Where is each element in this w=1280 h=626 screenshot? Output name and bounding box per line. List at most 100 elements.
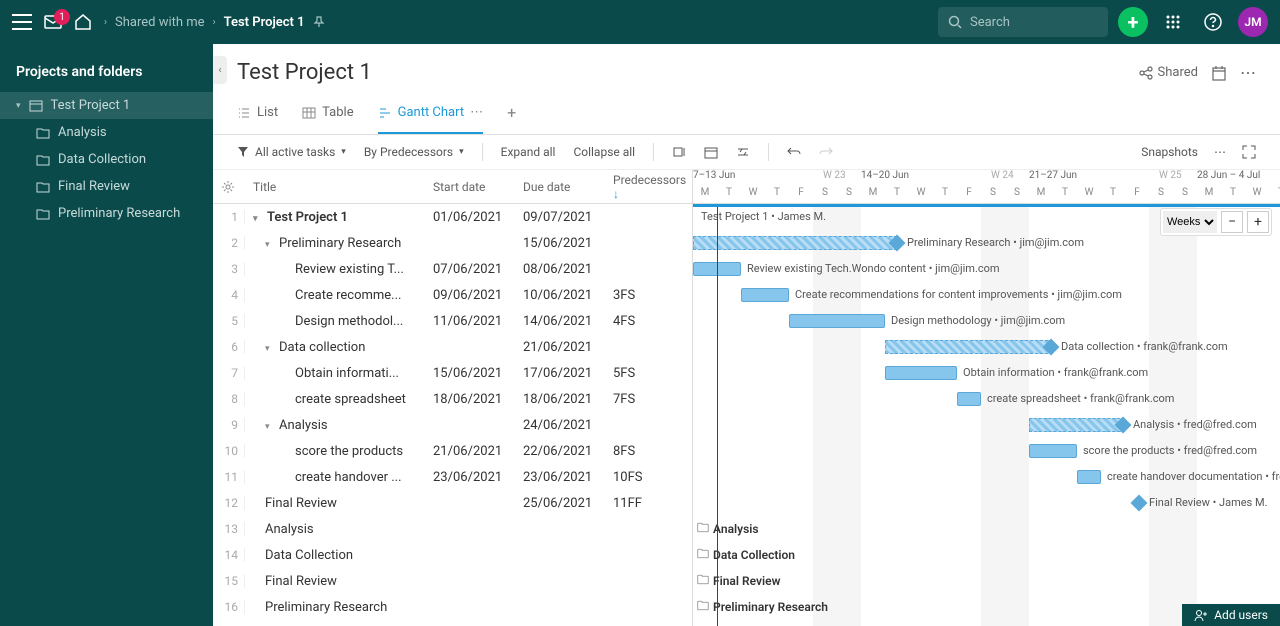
table-row[interactable]: 7Obtain informati...15/06/202117/06/2021… <box>213 360 692 386</box>
chart-timeline-header: 7–13 JunW 2314–20 JunW 2421–27 JunW 2528… <box>693 170 1280 204</box>
mail-badge: 1 <box>54 9 70 25</box>
col-due[interactable]: Due date <box>515 180 605 194</box>
more-options-icon[interactable]: ⋯ <box>1240 63 1256 82</box>
search-input[interactable]: Search <box>938 7 1108 37</box>
breadcrumb: › Shared with me › Test Project 1 <box>104 15 325 30</box>
table-row[interactable]: 15Final Review <box>213 568 692 594</box>
table-row[interactable]: 3Review existing T...07/06/202108/06/202… <box>213 256 692 282</box>
gantt-bar-label: Analysis • fred@fred.com <box>1133 418 1257 431</box>
home-icon[interactable] <box>74 13 92 31</box>
gantt-task-bar[interactable] <box>789 314 885 328</box>
gantt-bar-label: Obtain information • frank@frank.com <box>963 366 1148 379</box>
avatar[interactable]: JM <box>1238 7 1268 37</box>
gantt-summary-bar[interactable] <box>693 236 897 250</box>
date-range-label: 21–27 Jun <box>1029 170 1077 181</box>
mail-icon[interactable]: 1 <box>44 15 62 29</box>
filter-icon <box>237 146 249 158</box>
day-label: W <box>1077 187 1101 198</box>
col-pred[interactable]: Predecessors ↓ <box>605 173 691 201</box>
tab-more-icon[interactable]: ⋯ <box>470 105 483 120</box>
expand-all-button[interactable]: Expand all <box>501 145 556 159</box>
topbar: 1 › Shared with me › Test Project 1 Sear… <box>0 0 1280 44</box>
table-row[interactable]: 2▾Preliminary Research15/06/2021 <box>213 230 692 256</box>
folder-icon <box>36 153 50 167</box>
table-row[interactable]: 4Create recomme...09/06/202110/06/20213F… <box>213 282 692 308</box>
breadcrumb-current[interactable]: Test Project 1 <box>224 15 305 30</box>
tab-gantt[interactable]: Gantt Chart ⋯ <box>378 93 484 134</box>
day-label: T <box>885 187 909 198</box>
chart-folder-row[interactable]: 🗀Analysis <box>697 516 759 542</box>
gantt-task-bar[interactable] <box>741 288 789 302</box>
sidebar-item-prelim[interactable]: Preliminary Research <box>0 200 213 227</box>
folder-icon <box>36 207 50 221</box>
tab-list[interactable]: List <box>237 93 278 134</box>
chart-folder-row[interactable]: 🗀Final Review <box>697 568 780 594</box>
add-users-button[interactable]: Add users <box>1182 604 1280 626</box>
day-label: M <box>1197 187 1221 198</box>
chart-panel[interactable]: 7–13 JunW 2314–20 JunW 2421–27 JunW 2528… <box>693 170 1280 626</box>
table-row[interactable]: 12Final Review25/06/202111FF <box>213 490 692 516</box>
breadcrumb-parent[interactable]: Shared with me <box>115 15 205 30</box>
zoom-select[interactable]: Weeks <box>1163 211 1217 233</box>
add-button[interactable]: + <box>1118 7 1148 37</box>
tool-icon-3[interactable] <box>736 145 750 159</box>
gantt-bar-label: Test Project 1 • James M. <box>701 210 826 223</box>
table-row[interactable]: 13Analysis <box>213 516 692 542</box>
chart-folder-row[interactable]: 🗀Data Collection <box>697 542 795 568</box>
table-row[interactable]: 10score the products21/06/202122/06/2021… <box>213 438 692 464</box>
gantt-task-bar[interactable] <box>1029 444 1077 458</box>
table-row[interactable]: 9▾Analysis24/06/2021 <box>213 412 692 438</box>
pin-icon[interactable] <box>313 16 325 28</box>
redo-icon[interactable] <box>819 145 833 159</box>
gantt-bar-label: Create recommendations for content impro… <box>795 288 1122 301</box>
day-label: M <box>861 187 885 198</box>
col-title[interactable]: Title <box>245 180 425 194</box>
collapse-sidebar-handle[interactable]: ‹ <box>213 56 227 84</box>
apps-icon[interactable] <box>1158 7 1188 37</box>
gantt-summary-bar[interactable] <box>885 340 1053 354</box>
view-tabs: List Table Gantt Chart ⋯ + <box>213 93 1280 135</box>
grid-header: Title Start date Due date Predecessors ↓ <box>213 170 692 204</box>
shared-button[interactable]: Shared <box>1139 65 1198 80</box>
grid-body: 1▾Test Project 101/06/202109/07/20212▾Pr… <box>213 204 692 620</box>
gantt-bar-label: Final Review • James M. <box>1149 496 1267 509</box>
gantt-task-bar[interactable] <box>885 366 957 380</box>
sidebar-item-final[interactable]: Final Review <box>0 173 213 200</box>
tab-table[interactable]: Table <box>302 93 353 134</box>
table-row[interactable]: 11create handover ...23/06/202123/06/202… <box>213 464 692 490</box>
undo-icon[interactable] <box>787 145 801 159</box>
table-row[interactable]: 16Preliminary Research <box>213 594 692 620</box>
settings-icon[interactable] <box>213 180 245 194</box>
gantt-task-bar[interactable] <box>957 392 981 406</box>
gantt-icon <box>378 106 392 120</box>
zoom-in-button[interactable]: + <box>1247 211 1269 233</box>
col-start[interactable]: Start date <box>425 180 515 194</box>
more-icon[interactable]: ⋯ <box>1214 145 1226 159</box>
search-icon <box>948 15 962 29</box>
table-row[interactable]: 14Data Collection <box>213 542 692 568</box>
zoom-out-button[interactable]: − <box>1221 211 1243 233</box>
table-row[interactable]: 8create spreadsheet18/06/202118/06/20217… <box>213 386 692 412</box>
tool-icon-2[interactable] <box>704 145 718 159</box>
table-row[interactable]: 6▾Data collection21/06/2021 <box>213 334 692 360</box>
gantt-summary-bar[interactable] <box>1029 418 1125 432</box>
snapshots-button[interactable]: Snapshots <box>1141 145 1198 159</box>
menu-icon[interactable] <box>12 14 32 30</box>
sidebar-item-data[interactable]: Data Collection <box>0 146 213 173</box>
collapse-all-button[interactable]: Collapse all <box>573 145 635 159</box>
tool-icon-1[interactable] <box>672 145 686 159</box>
gantt-milestone[interactable] <box>1131 495 1148 512</box>
table-row[interactable]: 1▾Test Project 101/06/202109/07/2021 <box>213 204 692 230</box>
group-button[interactable]: By Predecessors ▾ <box>364 145 464 159</box>
day-label: T <box>1221 187 1245 198</box>
fullscreen-icon[interactable] <box>1242 145 1256 159</box>
sidebar-item-project[interactable]: ▾ Test Project 1 <box>0 92 213 119</box>
filter-button[interactable]: All active tasks ▾ <box>237 145 346 159</box>
gantt-task-bar[interactable] <box>1077 470 1101 484</box>
help-icon[interactable] <box>1198 7 1228 37</box>
sidebar-item-analysis[interactable]: Analysis <box>0 119 213 146</box>
add-view-button[interactable]: + <box>507 93 516 134</box>
day-label: T <box>933 187 957 198</box>
calendar-icon[interactable] <box>1212 65 1226 81</box>
table-row[interactable]: 5Design methodol...11/06/202114/06/20214… <box>213 308 692 334</box>
